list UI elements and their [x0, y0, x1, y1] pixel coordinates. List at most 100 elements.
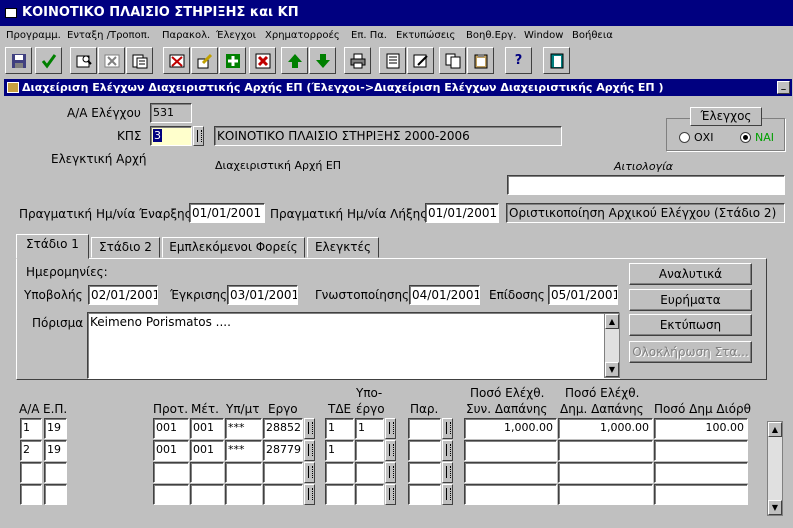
tab-auditors[interactable]: Ελεγκτές: [307, 237, 379, 258]
grid-lov-button[interactable]: [442, 440, 453, 461]
grid-scroll-up-button[interactable]: ▲: [768, 422, 782, 437]
insert-record-button[interactable]: [219, 47, 246, 74]
cell-poso3[interactable]: [654, 484, 748, 505]
kps-lov-button[interactable]: [193, 126, 204, 146]
cell-prot[interactable]: [153, 484, 189, 505]
cell-tde[interactable]: [325, 484, 354, 505]
cell-poso1[interactable]: [464, 440, 557, 461]
grid-lov-button[interactable]: [304, 418, 315, 439]
grid-lov-button[interactable]: [385, 418, 396, 439]
cell-ep[interactable]: 19: [44, 440, 67, 461]
cell-tde[interactable]: 1: [325, 418, 354, 439]
cell-poso3[interactable]: [654, 462, 748, 483]
grid-lov-button[interactable]: [304, 484, 315, 505]
cell-ep[interactable]: [44, 484, 67, 505]
menu-item-ep-pa[interactable]: Επ. Πα.: [351, 27, 387, 45]
submission-date-field[interactable]: 02/01/2001: [88, 285, 158, 305]
tab-stage-1[interactable]: Στάδιο 1: [16, 234, 89, 259]
cell-ypoergo[interactable]: [355, 440, 384, 461]
reason-field[interactable]: [507, 175, 785, 195]
delete-record-button[interactable]: [249, 47, 276, 74]
cell-poso2[interactable]: [558, 462, 653, 483]
cell-met[interactable]: [190, 484, 224, 505]
cancel-query-button[interactable]: [98, 47, 125, 74]
grid-scroll-down-button[interactable]: ▼: [768, 500, 782, 515]
accept-button[interactable]: [35, 47, 62, 74]
menu-item-audits[interactable]: Έλεγχοι: [216, 27, 256, 45]
grid-lov-button[interactable]: [442, 462, 453, 483]
print-button[interactable]: [344, 47, 371, 74]
grid-lov-button[interactable]: [442, 418, 453, 439]
cell-aa[interactable]: [20, 462, 42, 483]
cell-prot[interactable]: 001: [153, 440, 189, 461]
menu-item-reports[interactable]: Εκτυπώσεις: [396, 27, 455, 45]
scroll-up-button[interactable]: ▲: [605, 314, 619, 329]
cell-aa[interactable]: [20, 484, 42, 505]
cell-ypmt[interactable]: [225, 484, 262, 505]
findings-button[interactable]: Ευρήματα: [629, 289, 752, 311]
kps-code-field[interactable]: 3: [150, 126, 192, 146]
minimize-button[interactable]: _: [777, 81, 790, 94]
cell-ergo[interactable]: 28852: [263, 418, 303, 439]
menu-item-utilities[interactable]: Βοηθ.Εργ.: [466, 27, 516, 45]
next-record-button[interactable]: [309, 47, 336, 74]
cell-ergo[interactable]: [263, 484, 303, 505]
cell-ypmt[interactable]: ***: [225, 440, 262, 461]
cell-met[interactable]: 001: [190, 418, 224, 439]
analytics-button[interactable]: Αναλυτικά: [629, 263, 752, 285]
cell-ypoergo[interactable]: 1: [355, 418, 384, 439]
cell-ergo[interactable]: 28779: [263, 440, 303, 461]
cell-poso1[interactable]: [464, 462, 557, 483]
cell-prot[interactable]: [153, 462, 189, 483]
cell-ep[interactable]: [44, 462, 67, 483]
tab-involved-bodies[interactable]: Εμπλεκόμενοι Φορείς: [162, 237, 305, 258]
grid-lov-button[interactable]: [304, 440, 315, 461]
grid-scrollbar[interactable]: ▲ ▼: [767, 421, 783, 516]
cell-ergo[interactable]: [263, 462, 303, 483]
menu-item-cashflows[interactable]: Χρηματορροές: [265, 27, 340, 45]
cell-tde[interactable]: 1: [325, 440, 354, 461]
actual-end-field[interactable]: 01/01/2001: [425, 203, 499, 223]
menu-item-programming[interactable]: Προγραμμ.: [6, 27, 61, 45]
cell-prot[interactable]: 001: [153, 418, 189, 439]
cell-poso1[interactable]: 1,000.00: [464, 418, 557, 439]
radio-no[interactable]: [679, 132, 690, 143]
tab-stage-2[interactable]: Στάδιο 2: [91, 237, 160, 258]
finding-textarea[interactable]: Keimeno Porismatos ....: [87, 312, 620, 379]
actual-start-field[interactable]: 01/01/2001: [189, 203, 265, 223]
notification-date-field[interactable]: 04/01/2001: [409, 285, 480, 305]
scroll-down-button[interactable]: ▼: [605, 362, 619, 377]
finding-scrollbar[interactable]: ▲ ▼: [604, 313, 620, 378]
radio-yes[interactable]: [740, 132, 751, 143]
save-button[interactable]: [5, 47, 32, 74]
menu-item-inclusion[interactable]: Ενταξη /Τροποπ.: [67, 27, 150, 45]
enter-query-button[interactable]: [70, 47, 97, 74]
grid-lov-button[interactable]: [385, 440, 396, 461]
cell-par[interactable]: [408, 462, 441, 483]
exit-button[interactable]: [543, 47, 570, 74]
grid-lov-button[interactable]: [385, 484, 396, 505]
grid-lov-button[interactable]: [442, 484, 453, 505]
grid-lov-button[interactable]: [385, 462, 396, 483]
kps-description-field[interactable]: ΚΟΙΝΟΤΙΚΟ ΠΛΑΙΣΙΟ ΣΤΗΡΙΞΗΣ 2000-2006: [214, 126, 562, 146]
grid-lov-button[interactable]: [304, 462, 315, 483]
cell-ypmt[interactable]: ***: [225, 418, 262, 439]
cell-ypoergo[interactable]: [355, 462, 384, 483]
menu-item-help[interactable]: Βοήθεια: [572, 27, 613, 45]
cell-aa[interactable]: 1: [20, 418, 42, 439]
cell-aa[interactable]: 2: [20, 440, 42, 461]
cell-ypmt[interactable]: [225, 462, 262, 483]
cell-ypoergo[interactable]: [355, 484, 384, 505]
cell-poso2[interactable]: [558, 484, 653, 505]
cell-ep[interactable]: 19: [44, 418, 67, 439]
cell-poso2[interactable]: [558, 440, 653, 461]
menu-item-window[interactable]: Window: [524, 27, 563, 45]
cell-poso3[interactable]: [654, 440, 748, 461]
edit-record-button[interactable]: [191, 47, 218, 74]
cell-par[interactable]: [408, 418, 441, 439]
cell-poso3[interactable]: 100.00: [654, 418, 748, 439]
cell-met[interactable]: 001: [190, 440, 224, 461]
copy-button[interactable]: [439, 47, 466, 74]
cell-par[interactable]: [408, 440, 441, 461]
cell-met[interactable]: [190, 462, 224, 483]
